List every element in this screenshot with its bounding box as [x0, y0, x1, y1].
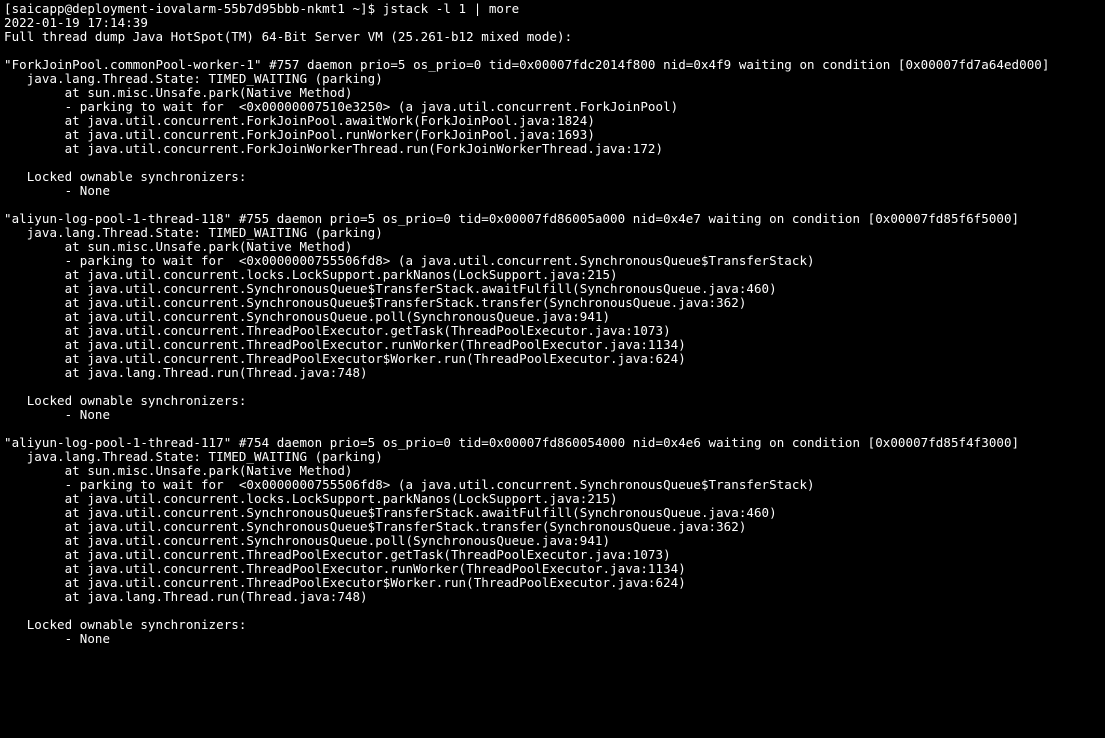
terminal-output[interactable]: [saicapp@deployment-iovalarm-55b7d95bbb-… [0, 0, 1105, 652]
synchronizers-header: Locked ownable synchronizers: [4, 393, 246, 408]
stack-frame: at java.util.concurrent.SynchronousQueue… [4, 505, 777, 520]
thread-header: "aliyun-log-pool-1-thread-117" #754 daem… [4, 435, 1019, 450]
stack-frame: - parking to wait for <0x0000000755506fd… [4, 477, 815, 492]
thread-state: java.lang.Thread.State: TIMED_WAITING (p… [4, 71, 383, 86]
stack-frame: at java.util.concurrent.SynchronousQueue… [4, 519, 746, 534]
thread-state: java.lang.Thread.State: TIMED_WAITING (p… [4, 225, 383, 240]
synchronizers-body: - None [4, 407, 110, 422]
stack-frame: at java.util.concurrent.ThreadPoolExecut… [4, 547, 671, 562]
stack-frame: at java.util.concurrent.locks.LockSuppor… [4, 267, 618, 282]
stack-frame: at java.util.concurrent.SynchronousQueue… [4, 295, 746, 310]
stack-frame: at sun.misc.Unsafe.park(Native Method) [4, 239, 352, 254]
stack-frame: at java.util.concurrent.SynchronousQueue… [4, 281, 777, 296]
stack-frame: at sun.misc.Unsafe.park(Native Method) [4, 463, 352, 478]
stack-frame: at java.util.concurrent.SynchronousQueue… [4, 309, 610, 324]
synchronizers-header: Locked ownable synchronizers: [4, 617, 246, 632]
thread-header: "ForkJoinPool.commonPool-worker-1" #757 … [4, 57, 1049, 72]
stack-frame: at java.util.concurrent.ForkJoinPool.awa… [4, 113, 595, 128]
stack-frame: at java.util.concurrent.ThreadPoolExecut… [4, 337, 686, 352]
stack-frame: at java.util.concurrent.locks.LockSuppor… [4, 491, 618, 506]
thread-header: "aliyun-log-pool-1-thread-118" #755 daem… [4, 211, 1019, 226]
synchronizers-body: - None [4, 631, 110, 646]
stack-frame: at java.util.concurrent.ForkJoinPool.run… [4, 127, 595, 142]
synchronizers-body: - None [4, 183, 110, 198]
stack-frame: at java.util.concurrent.ThreadPoolExecut… [4, 351, 686, 366]
stack-frame: at java.util.concurrent.ThreadPoolExecut… [4, 561, 686, 576]
stack-frame: at java.util.concurrent.ThreadPoolExecut… [4, 323, 671, 338]
stack-frame: at sun.misc.Unsafe.park(Native Method) [4, 85, 352, 100]
stack-frame: at java.util.concurrent.ForkJoinWorkerTh… [4, 141, 663, 156]
stack-frame: at java.lang.Thread.run(Thread.java:748) [4, 365, 368, 380]
stack-frame: at java.lang.Thread.run(Thread.java:748) [4, 589, 368, 604]
stack-frame: at java.util.concurrent.ThreadPoolExecut… [4, 575, 686, 590]
dump-header: Full thread dump Java HotSpot(TM) 64-Bit… [4, 29, 572, 44]
command-input[interactable]: jstack -l 1 | more [383, 1, 519, 16]
stack-frame: - parking to wait for <0x00000007510e325… [4, 99, 678, 114]
shell-prompt: [saicapp@deployment-iovalarm-55b7d95bbb-… [4, 1, 383, 16]
dump-timestamp: 2022-01-19 17:14:39 [4, 15, 148, 30]
stack-frame: - parking to wait for <0x0000000755506fd… [4, 253, 815, 268]
synchronizers-header: Locked ownable synchronizers: [4, 169, 246, 184]
thread-state: java.lang.Thread.State: TIMED_WAITING (p… [4, 449, 383, 464]
stack-frame: at java.util.concurrent.SynchronousQueue… [4, 533, 610, 548]
